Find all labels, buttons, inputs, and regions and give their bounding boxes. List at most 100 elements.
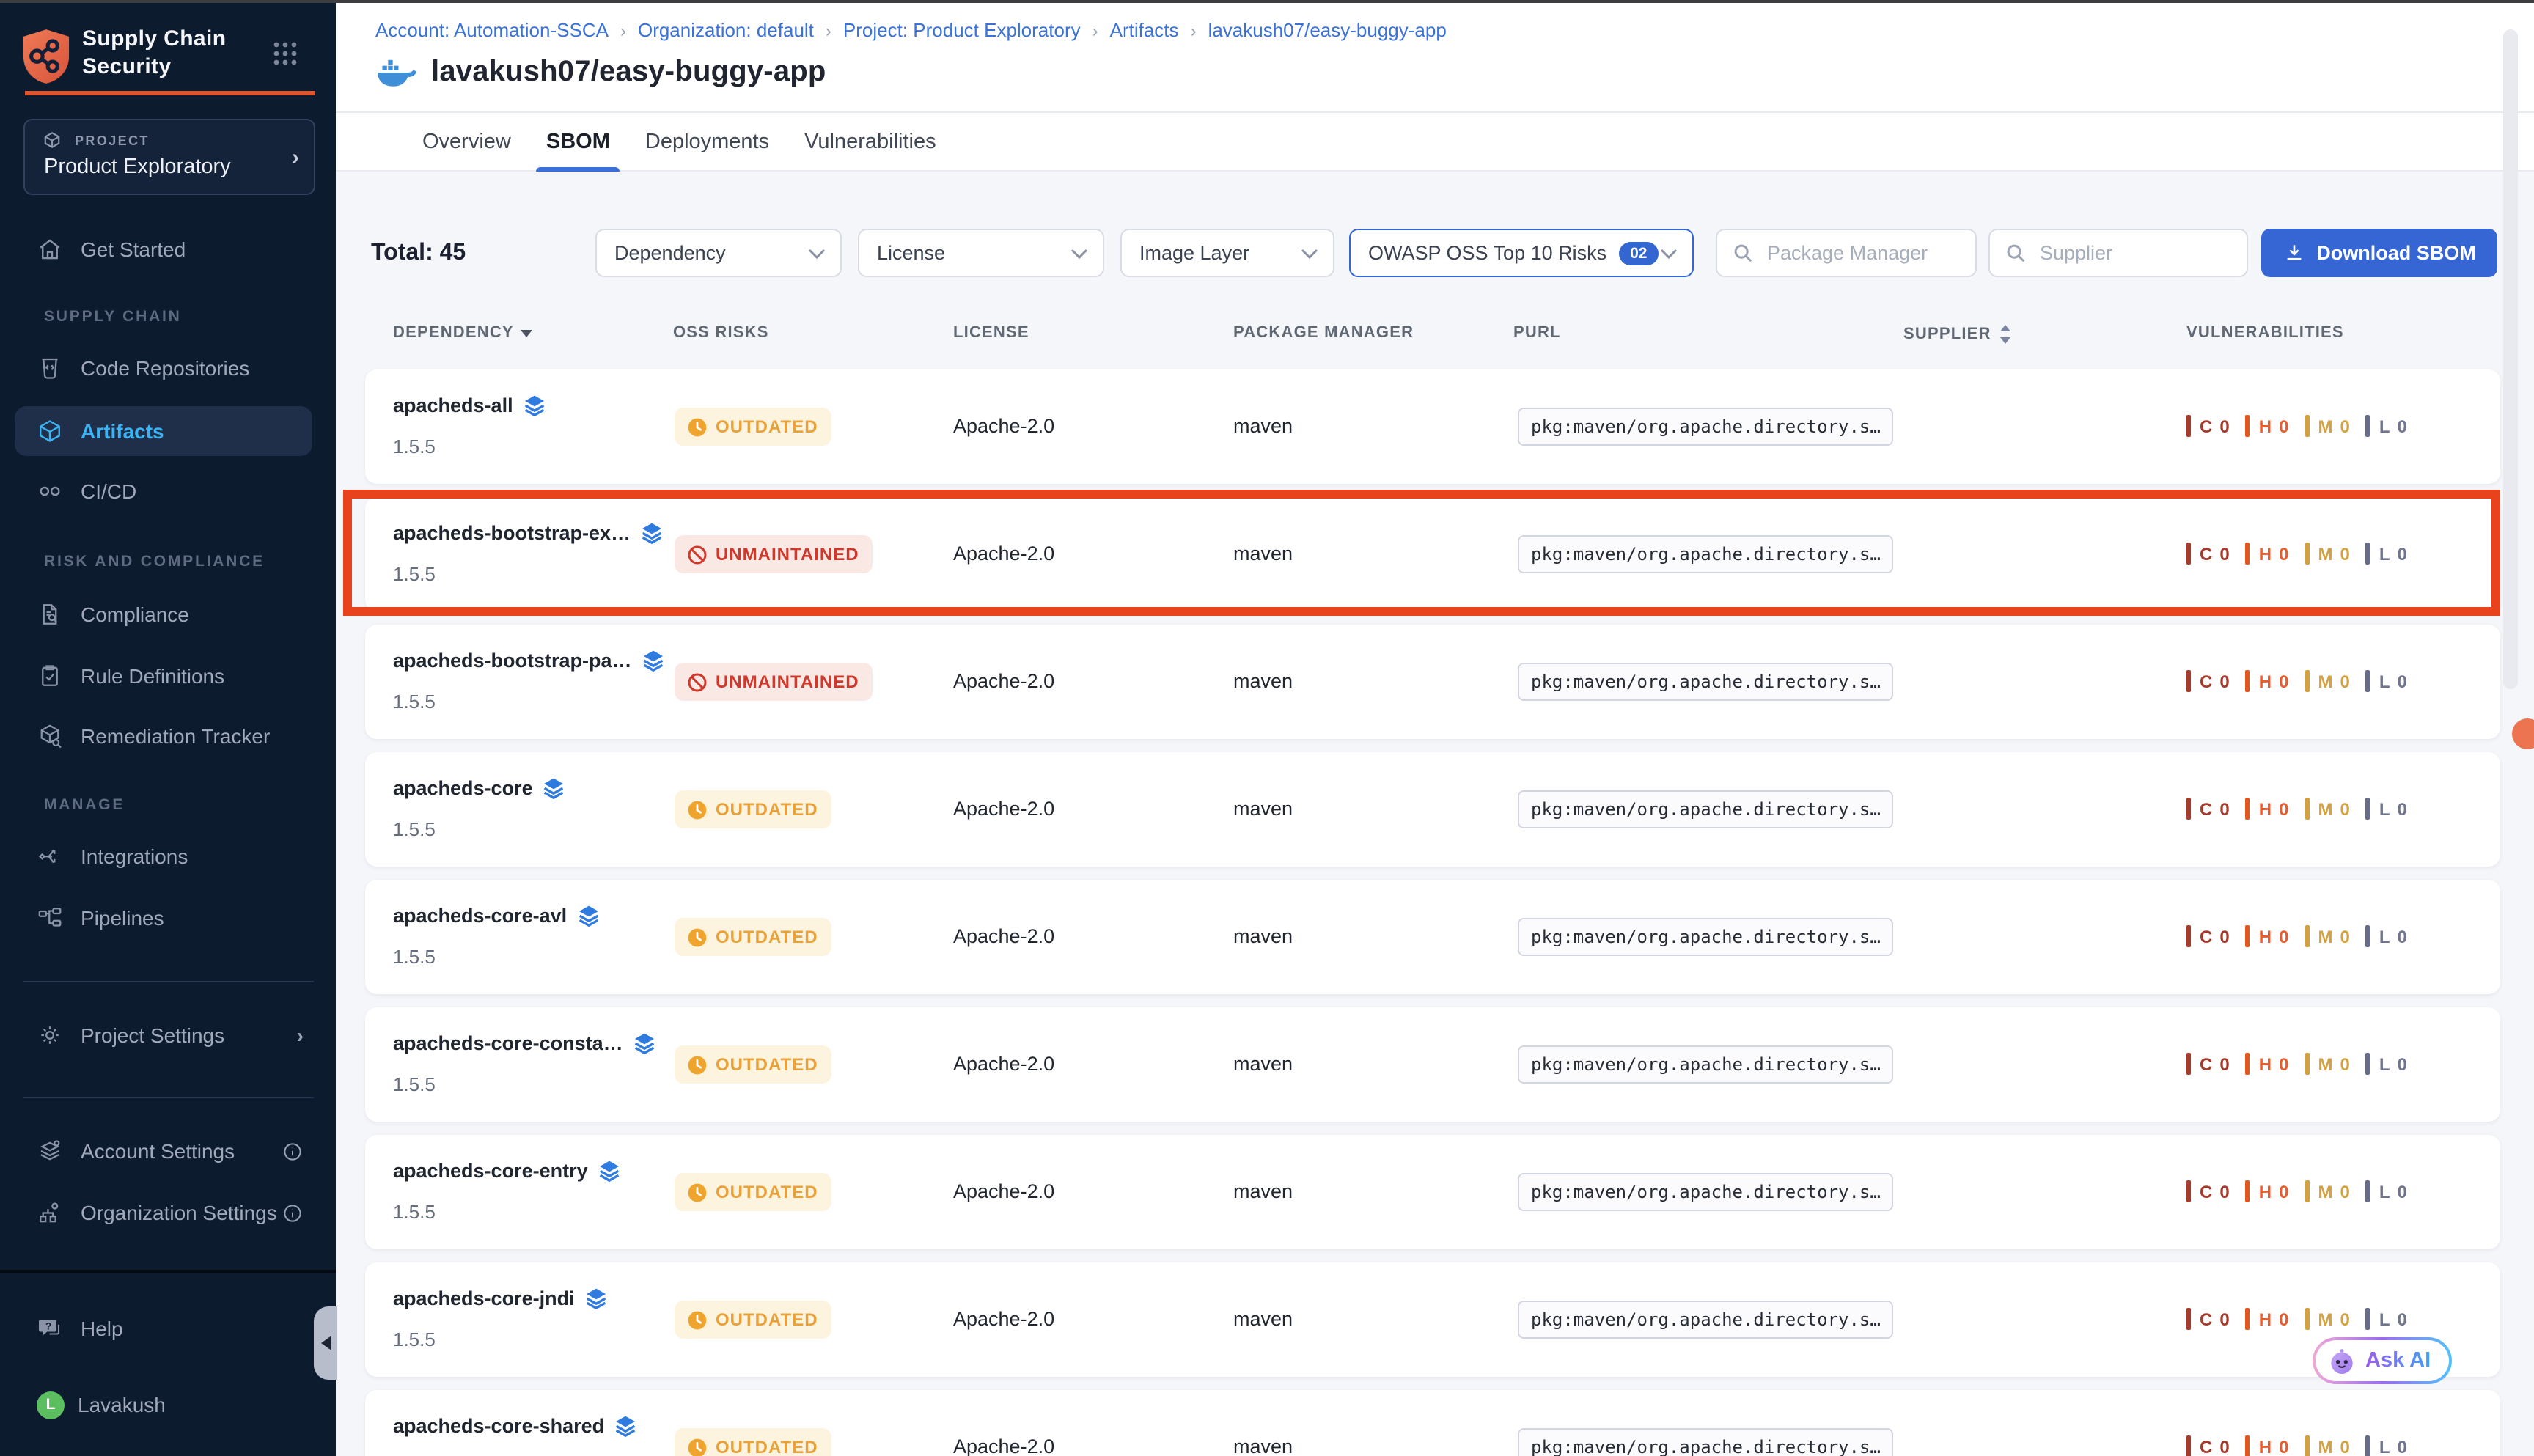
tab-deployments[interactable]: Deployments (645, 112, 769, 171)
table-row[interactable]: apacheds-core-avl 1.5.5 OUTDATED Apache-… (365, 880, 2500, 994)
tab-vulnerabilities[interactable]: Vulnerabilities (804, 112, 936, 171)
package-manager-value: maven (1233, 1435, 1293, 1456)
license-value: Apache-2.0 (953, 798, 1054, 820)
purl-chip[interactable]: pkg:maven/org.apache.directory.s… (1518, 1173, 1894, 1211)
dependency-version: 1.5.5 (393, 1328, 436, 1350)
table-row[interactable]: apacheds-core-consta… 1.5.5 OUTDATED Apa… (365, 1007, 2500, 1122)
dependency-name[interactable]: apacheds-core-avl (393, 905, 567, 927)
table-row[interactable]: apacheds-core 1.5.5 OUTDATED Apache-2.0 … (365, 752, 2500, 867)
vuln-count-c: C0 (2186, 543, 2231, 565)
tab-bar: Overview SBOM Deployments Vulnerabilitie… (336, 113, 2534, 172)
table-row[interactable]: apacheds-bootstrap-pa… 1.5.5 UNMAINTAINE… (365, 625, 2500, 739)
dependency-name[interactable]: apacheds-core-entry (393, 1160, 588, 1182)
vulnerability-counts: C0H0M0L0 (2186, 670, 2409, 692)
purl-chip[interactable]: pkg:maven/org.apache.directory.s… (1518, 918, 1894, 956)
package-manager-value: maven (1233, 925, 1293, 947)
layers-icon (614, 1415, 636, 1437)
table-row[interactable]: apacheds-bootstrap-ex… 1.5.5 UNMAINTAINE… (365, 497, 2500, 611)
chevron-down-icon (1070, 247, 1088, 259)
purl-chip[interactable]: pkg:maven/org.apache.directory.s… (1518, 1045, 1894, 1084)
breadcrumb-artifact-name[interactable]: lavakush07/easy-buggy-app (1208, 19, 1447, 41)
oss-risk-badge: OUTDATED (675, 1045, 831, 1084)
purl-chip[interactable]: pkg:maven/org.apache.directory.s… (1518, 408, 1894, 446)
breadcrumb-artifacts[interactable]: Artifacts (1110, 19, 1179, 41)
table-row[interactable]: apacheds-all 1.5.5 OUTDATED Apache-2.0 m… (365, 369, 2500, 484)
clock-icon (688, 1183, 707, 1202)
supply-chain-security-logo-icon (22, 28, 70, 85)
search-icon (2005, 242, 2027, 264)
purl-chip[interactable]: pkg:maven/org.apache.directory.s… (1518, 790, 1894, 828)
dependency-name[interactable]: apacheds-core-jndi (393, 1287, 575, 1309)
oss-risk-label: OUTDATED (716, 1054, 818, 1075)
sidebar-item-compliance[interactable]: Compliance (0, 589, 336, 639)
dependency-name[interactable]: apacheds-core (393, 777, 533, 799)
sidebar-collapse-handle[interactable] (314, 1306, 337, 1380)
sidebar-item-get-started[interactable]: Get Started (0, 224, 336, 274)
table-row[interactable]: apacheds-core-entry 1.5.5 OUTDATED Apach… (365, 1135, 2500, 1249)
breadcrumb-account[interactable]: Account: Automation-SSCA (375, 19, 609, 41)
info-icon[interactable] (282, 1202, 304, 1224)
license-value: Apache-2.0 (953, 1308, 1054, 1330)
dependency-name[interactable]: apacheds-bootstrap-ex… (393, 522, 631, 544)
sidebar-item-account-settings[interactable]: Account Settings (0, 1126, 336, 1176)
owasp-risks-filter-dropdown[interactable]: OWASP OSS Top 10 Risks 02 (1349, 229, 1694, 277)
sidebar-divider (23, 981, 314, 982)
vuln-count-c: C0 (2186, 1308, 2231, 1330)
sidebar-item-integrations[interactable]: Integrations (0, 831, 336, 881)
sidebar-item-rule-definitions[interactable]: Rule Definitions (0, 651, 336, 701)
module-grid-icon[interactable] (273, 41, 298, 66)
vuln-count-m: M0 (2305, 1308, 2351, 1330)
purl-chip[interactable]: pkg:maven/org.apache.directory.s… (1518, 535, 1894, 573)
vuln-count-m: M0 (2305, 415, 2351, 437)
dependency-name[interactable]: apacheds-core-shared (393, 1415, 604, 1437)
tab-sbom[interactable]: SBOM (546, 112, 610, 171)
supplier-search (1988, 229, 2248, 277)
sidebar-item-artifacts[interactable]: Artifacts (15, 406, 312, 456)
sidebar-item-code-repositories[interactable]: Code Repositories (0, 343, 336, 393)
info-icon[interactable] (282, 1140, 304, 1162)
vulnerability-counts: C0H0M0L0 (2186, 1308, 2409, 1330)
breadcrumb-project[interactable]: Project: Product Exploratory (843, 19, 1081, 41)
sidebar-item-label: Get Started (81, 238, 186, 261)
dependency-name[interactable]: apacheds-all (393, 394, 513, 416)
license-filter-dropdown[interactable]: License (858, 229, 1104, 277)
user-menu[interactable]: L Lavakush (0, 1380, 336, 1430)
sort-desc-icon (521, 329, 533, 337)
dependency-name[interactable]: apacheds-bootstrap-pa… (393, 650, 632, 672)
sidebar-item-pipelines[interactable]: Pipelines (0, 893, 336, 943)
ask-ai-button[interactable]: Ask AI (2313, 1337, 2451, 1384)
table-row[interactable]: apacheds-core-shared 1.5.5 OUTDATED Apac… (365, 1390, 2500, 1456)
sidebar-item-organization-settings[interactable]: Organization Settings (0, 1188, 336, 1238)
scrollbar-thumb[interactable] (2503, 29, 2518, 689)
purl-chip[interactable]: pkg:maven/org.apache.directory.s… (1518, 663, 1894, 701)
sidebar: Supply Chain Security PROJECT Product Ex… (0, 0, 336, 1456)
table-row[interactable]: apacheds-core-jndi 1.5.5 OUTDATED Apache… (365, 1262, 2500, 1377)
dependency-name[interactable]: apacheds-core-consta… (393, 1032, 623, 1054)
sidebar-item-cicd[interactable]: CI/CD (0, 466, 336, 516)
sidebar-item-help[interactable]: ? Help (0, 1304, 336, 1353)
supplier-search-input[interactable] (2037, 240, 2219, 265)
download-sbom-button[interactable]: Download SBOM (2261, 229, 2497, 277)
sidebar-item-remediation-tracker[interactable]: Remediation Tracker (0, 711, 336, 761)
image-layer-filter-dropdown[interactable]: Image Layer (1120, 229, 1334, 277)
breadcrumb-organization[interactable]: Organization: default (638, 19, 814, 41)
tab-overview[interactable]: Overview (422, 112, 511, 171)
sidebar-item-label: Account Settings (81, 1139, 235, 1163)
help-chat-icon: ? (37, 1315, 63, 1342)
orange-marker-dot (2512, 718, 2534, 749)
page-title: lavakush07/easy-buggy-app (431, 56, 826, 89)
oss-risk-badge: OUTDATED (675, 790, 831, 828)
dependency-filter-dropdown[interactable]: Dependency (595, 229, 842, 277)
vuln-count-h: H0 (2246, 1053, 2291, 1075)
sidebar-item-project-settings[interactable]: Project Settings › (0, 1010, 336, 1060)
column-header-supplier[interactable]: SUPPLIER (1903, 324, 2012, 345)
clock-icon (688, 417, 707, 436)
purl-chip[interactable]: pkg:maven/org.apache.directory.s… (1518, 1428, 1894, 1456)
purl-chip[interactable]: pkg:maven/org.apache.directory.s… (1518, 1301, 1894, 1339)
column-header-dependency[interactable]: DEPENDENCY (393, 324, 533, 342)
vuln-count-l: L0 (2366, 1180, 2409, 1202)
project-selector[interactable]: PROJECT Product Exploratory › (23, 119, 315, 195)
license-value: Apache-2.0 (953, 1435, 1054, 1456)
package-manager-search-input[interactable] (1764, 240, 1946, 265)
vuln-count-l: L0 (2366, 798, 2409, 820)
